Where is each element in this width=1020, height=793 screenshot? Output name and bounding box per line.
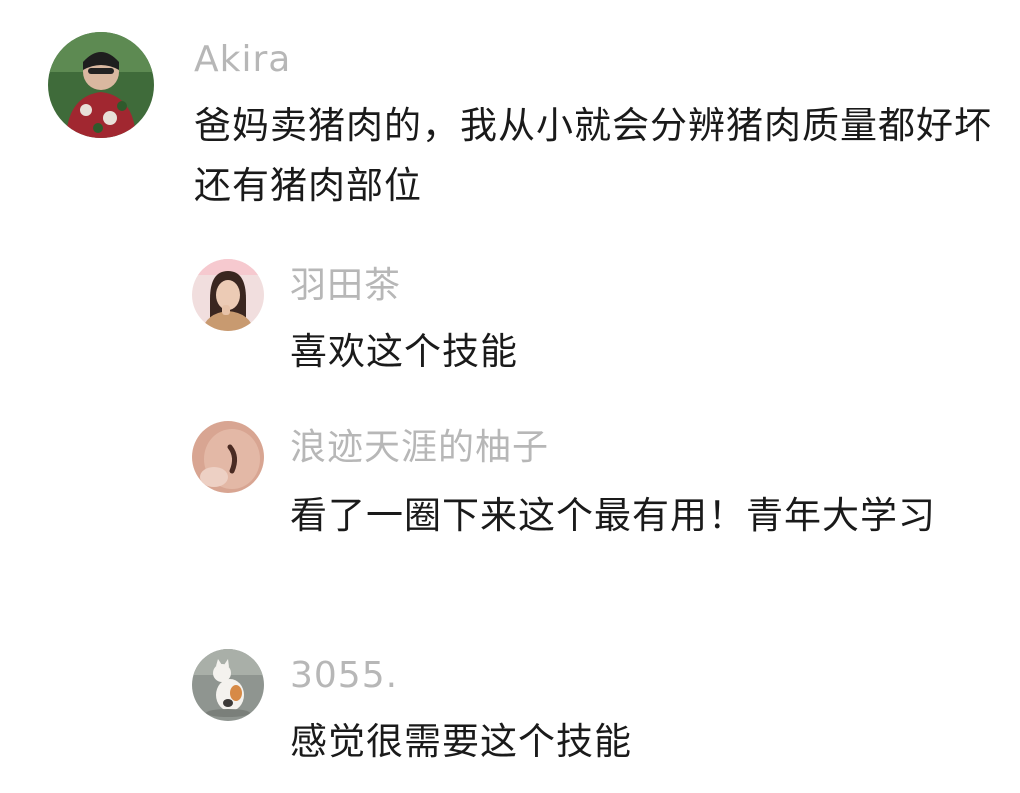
- avatar[interactable]: [48, 32, 154, 138]
- reply-text: 喜欢这个技能: [290, 330, 518, 373]
- comment-author[interactable]: Akira: [194, 40, 291, 80]
- user-avatar-icon: [48, 32, 154, 138]
- user-avatar-icon: [192, 649, 264, 721]
- avatar[interactable]: [192, 421, 264, 493]
- avatar[interactable]: [192, 259, 264, 331]
- reply-text: 感觉很需要这个技能: [290, 720, 632, 763]
- reply-text: 看了一圈下来这个最有用！青年大学习: [290, 494, 936, 537]
- reply-author[interactable]: 浪迹天涯的柚子: [290, 428, 549, 468]
- comment-text: 爸妈卖猪肉的，我从小就会分辨猪肉质量都好坏还有猪肉部位: [194, 104, 992, 207]
- user-avatar-icon: [192, 259, 264, 331]
- reply-author[interactable]: 羽田茶: [290, 266, 401, 306]
- reply-author[interactable]: 3055.: [290, 656, 398, 696]
- user-avatar-icon: [192, 421, 264, 493]
- avatar[interactable]: [192, 649, 264, 721]
